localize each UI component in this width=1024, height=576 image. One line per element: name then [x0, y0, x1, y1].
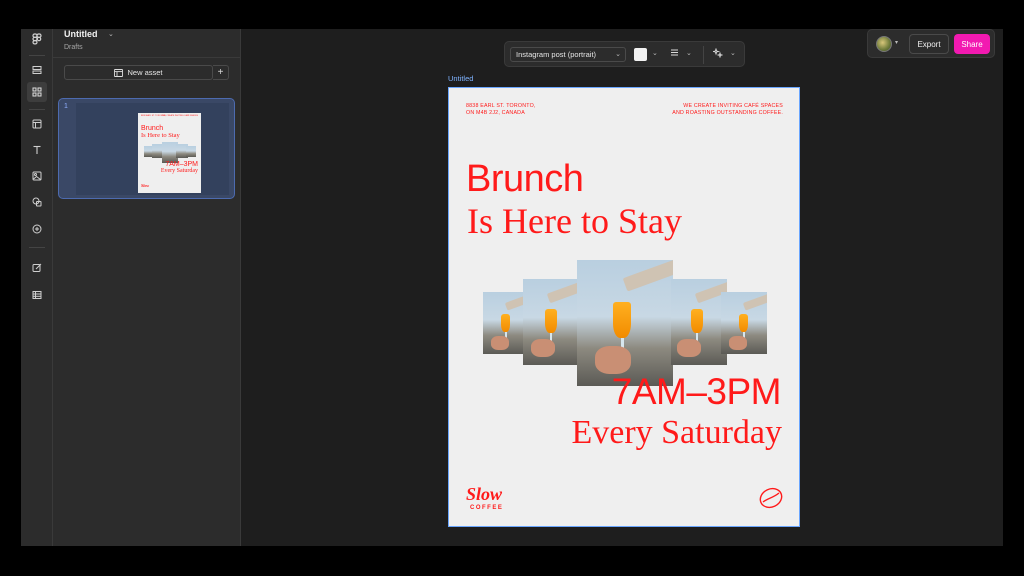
toolbar-divider: [703, 46, 704, 64]
align-icon[interactable]: [670, 48, 679, 59]
chevron-down-icon[interactable]: ⌄: [686, 49, 692, 57]
poster-tagline-line: WE CREATE INVITING CAFÉ SPACES: [683, 103, 783, 109]
page-thumbnail: 8838 EARL ST. TORONTO, WE CREATE INVITIN…: [138, 113, 201, 193]
plugins-icon[interactable]: [27, 219, 47, 239]
poster-tagline[interactable]: WE CREATE INVITING CAFÉ SPACES AND ROAST…: [672, 103, 783, 116]
new-asset-button[interactable]: New asset: [64, 65, 213, 80]
poster-address-line: 8838 EARL ST. TORONTO,: [466, 103, 536, 109]
format-select[interactable]: Instagram post (portrait) ⌄: [510, 47, 626, 62]
chevron-down-icon[interactable]: ⌄: [108, 30, 114, 38]
thumb-hours: 7AM–3PM: [165, 161, 198, 168]
export-button[interactable]: Export: [909, 34, 949, 54]
share-button[interactable]: Share: [954, 34, 990, 54]
thumb-headline-2: Is Here to Stay: [141, 132, 180, 139]
collage-photo[interactable]: [671, 279, 727, 365]
brand-logo-subtitle: COFFEE: [470, 505, 504, 511]
assets-grid-icon[interactable]: [27, 82, 47, 102]
file-location[interactable]: Drafts: [64, 44, 83, 51]
layout-icon: [114, 68, 124, 77]
background-color-swatch[interactable]: [634, 48, 647, 61]
image-icon[interactable]: [27, 166, 47, 186]
panel-divider: [53, 57, 241, 58]
table-icon[interactable]: [27, 285, 47, 305]
chevron-down-icon[interactable]: ▾: [895, 39, 898, 46]
thumb-tagline: WE CREATE INVITING CAFÉ SPACES: [162, 115, 198, 117]
rail-divider: [29, 109, 45, 110]
poster-hours[interactable]: 7AM–3PM: [612, 371, 782, 413]
collage-photo[interactable]: [523, 279, 579, 365]
rail-divider: [29, 247, 45, 248]
chevron-down-icon[interactable]: ⌄: [730, 49, 736, 57]
rail-divider: [29, 55, 45, 56]
file-title[interactable]: Untitled: [64, 29, 98, 39]
thumb-brand: Slow: [141, 183, 150, 188]
add-page-button[interactable]: +: [213, 65, 229, 80]
page-thumbnail-card[interactable]: 1 8838 EARL ST. TORONTO, WE CREATE INVIT…: [58, 98, 235, 199]
shapes-icon[interactable]: [27, 192, 47, 212]
app-window: Untitled ⌄ Drafts New asset + 1 8838 EAR…: [21, 29, 1003, 546]
frame-icon[interactable]: [27, 114, 47, 134]
poster-address-line: ON M4B 2J2, CANADA: [466, 109, 525, 116]
layout-icon[interactable]: [27, 60, 47, 80]
poster-tagline-line: AND ROASTING OUTSTANDING COFFEE.: [672, 109, 783, 116]
assets-panel: Untitled ⌄ Drafts New asset + 1 8838 EAR…: [53, 29, 241, 546]
avatar[interactable]: [876, 36, 892, 52]
coffee-bean-icon[interactable]: [759, 486, 783, 515]
page-number: 1: [64, 103, 68, 110]
thumb-day: Every Saturday: [160, 168, 198, 174]
tool-rail: [21, 29, 53, 546]
figma-menu-icon[interactable]: [27, 29, 47, 49]
chevron-down-icon: ⌄: [615, 51, 621, 58]
poster-frame[interactable]: 8838 EARL ST. TORONTO, ON M4B 2J2, CANAD…: [448, 87, 800, 527]
chevron-down-icon[interactable]: ⌄: [652, 49, 658, 57]
collage-photo[interactable]: [721, 292, 767, 354]
poster-address[interactable]: 8838 EARL ST. TORONTO, ON M4B 2J2, CANAD…: [466, 103, 536, 116]
brand-logo[interactable]: Slow: [466, 484, 502, 505]
poster-headline-1[interactable]: Brunch: [466, 158, 584, 201]
thumbnail-background: 8838 EARL ST. TORONTO, WE CREATE INVITIN…: [76, 103, 229, 195]
sparkle-icon[interactable]: [711, 47, 724, 60]
frame-label[interactable]: Untitled: [448, 74, 473, 83]
canvas-toolbar: Instagram post (portrait) ⌄ ⌄ ⌄ ⌄: [504, 41, 745, 67]
header-actions: ▾ Export Share: [867, 29, 995, 58]
thumb-photo: [186, 146, 196, 157]
thumb-headline-1: Brunch: [141, 125, 164, 132]
edit-icon[interactable]: [27, 258, 47, 278]
text-icon[interactable]: [27, 140, 47, 160]
collage-photo[interactable]: [577, 260, 673, 386]
new-asset-label: New asset: [127, 68, 163, 77]
poster-headline-2[interactable]: Is Here to Stay: [467, 200, 682, 242]
format-value: Instagram post (portrait): [516, 50, 597, 59]
poster-day[interactable]: Every Saturday: [571, 414, 782, 452]
